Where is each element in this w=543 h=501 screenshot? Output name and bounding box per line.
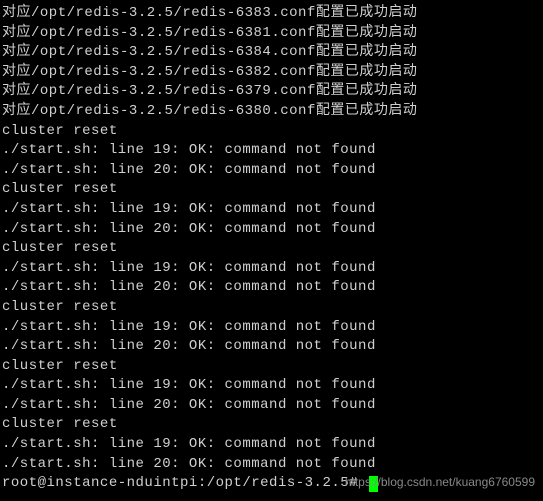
terminal-line: ./start.sh: line 20: OK: command not fou… [2,337,541,357]
terminal-line: ./start.sh: line 19: OK: command not fou… [2,376,541,396]
terminal-line: cluster reset [2,415,541,435]
terminal-prompt-line[interactable]: root@instance-nduintpi:/opt/redis-3.2.5# [2,474,541,494]
terminal-output: 对应/opt/redis-3.2.5/redis-6383.conf配置已成功启… [2,4,541,474]
terminal-line: ./start.sh: line 20: OK: command not fou… [2,455,541,475]
terminal-line: ./start.sh: line 19: OK: command not fou… [2,318,541,338]
terminal-line: cluster reset [2,180,541,200]
terminal-line: 对应/opt/redis-3.2.5/redis-6381.conf配置已成功启… [2,24,541,44]
shell-prompt: root@instance-nduintpi:/opt/redis-3.2.5# [2,474,367,494]
terminal-line: ./start.sh: line 19: OK: command not fou… [2,259,541,279]
terminal-line: ./start.sh: line 20: OK: command not fou… [2,220,541,240]
terminal-line: cluster reset [2,122,541,142]
terminal-line: cluster reset [2,298,541,318]
terminal-line: ./start.sh: line 19: OK: command not fou… [2,141,541,161]
terminal-line: ./start.sh: line 20: OK: command not fou… [2,278,541,298]
terminal-line: 对应/opt/redis-3.2.5/redis-6382.conf配置已成功启… [2,63,541,83]
cursor-block [369,476,378,492]
terminal-line: ./start.sh: line 20: OK: command not fou… [2,396,541,416]
terminal-line: ./start.sh: line 19: OK: command not fou… [2,200,541,220]
terminal-line: ./start.sh: line 20: OK: command not fou… [2,161,541,181]
terminal-line: cluster reset [2,239,541,259]
terminal-line: cluster reset [2,357,541,377]
terminal-line: ./start.sh: line 19: OK: command not fou… [2,435,541,455]
terminal-line: 对应/opt/redis-3.2.5/redis-6384.conf配置已成功启… [2,43,541,63]
terminal-line: 对应/opt/redis-3.2.5/redis-6379.conf配置已成功启… [2,82,541,102]
terminal-line: 对应/opt/redis-3.2.5/redis-6383.conf配置已成功启… [2,4,541,24]
terminal-line: 对应/opt/redis-3.2.5/redis-6380.conf配置已成功启… [2,102,541,122]
